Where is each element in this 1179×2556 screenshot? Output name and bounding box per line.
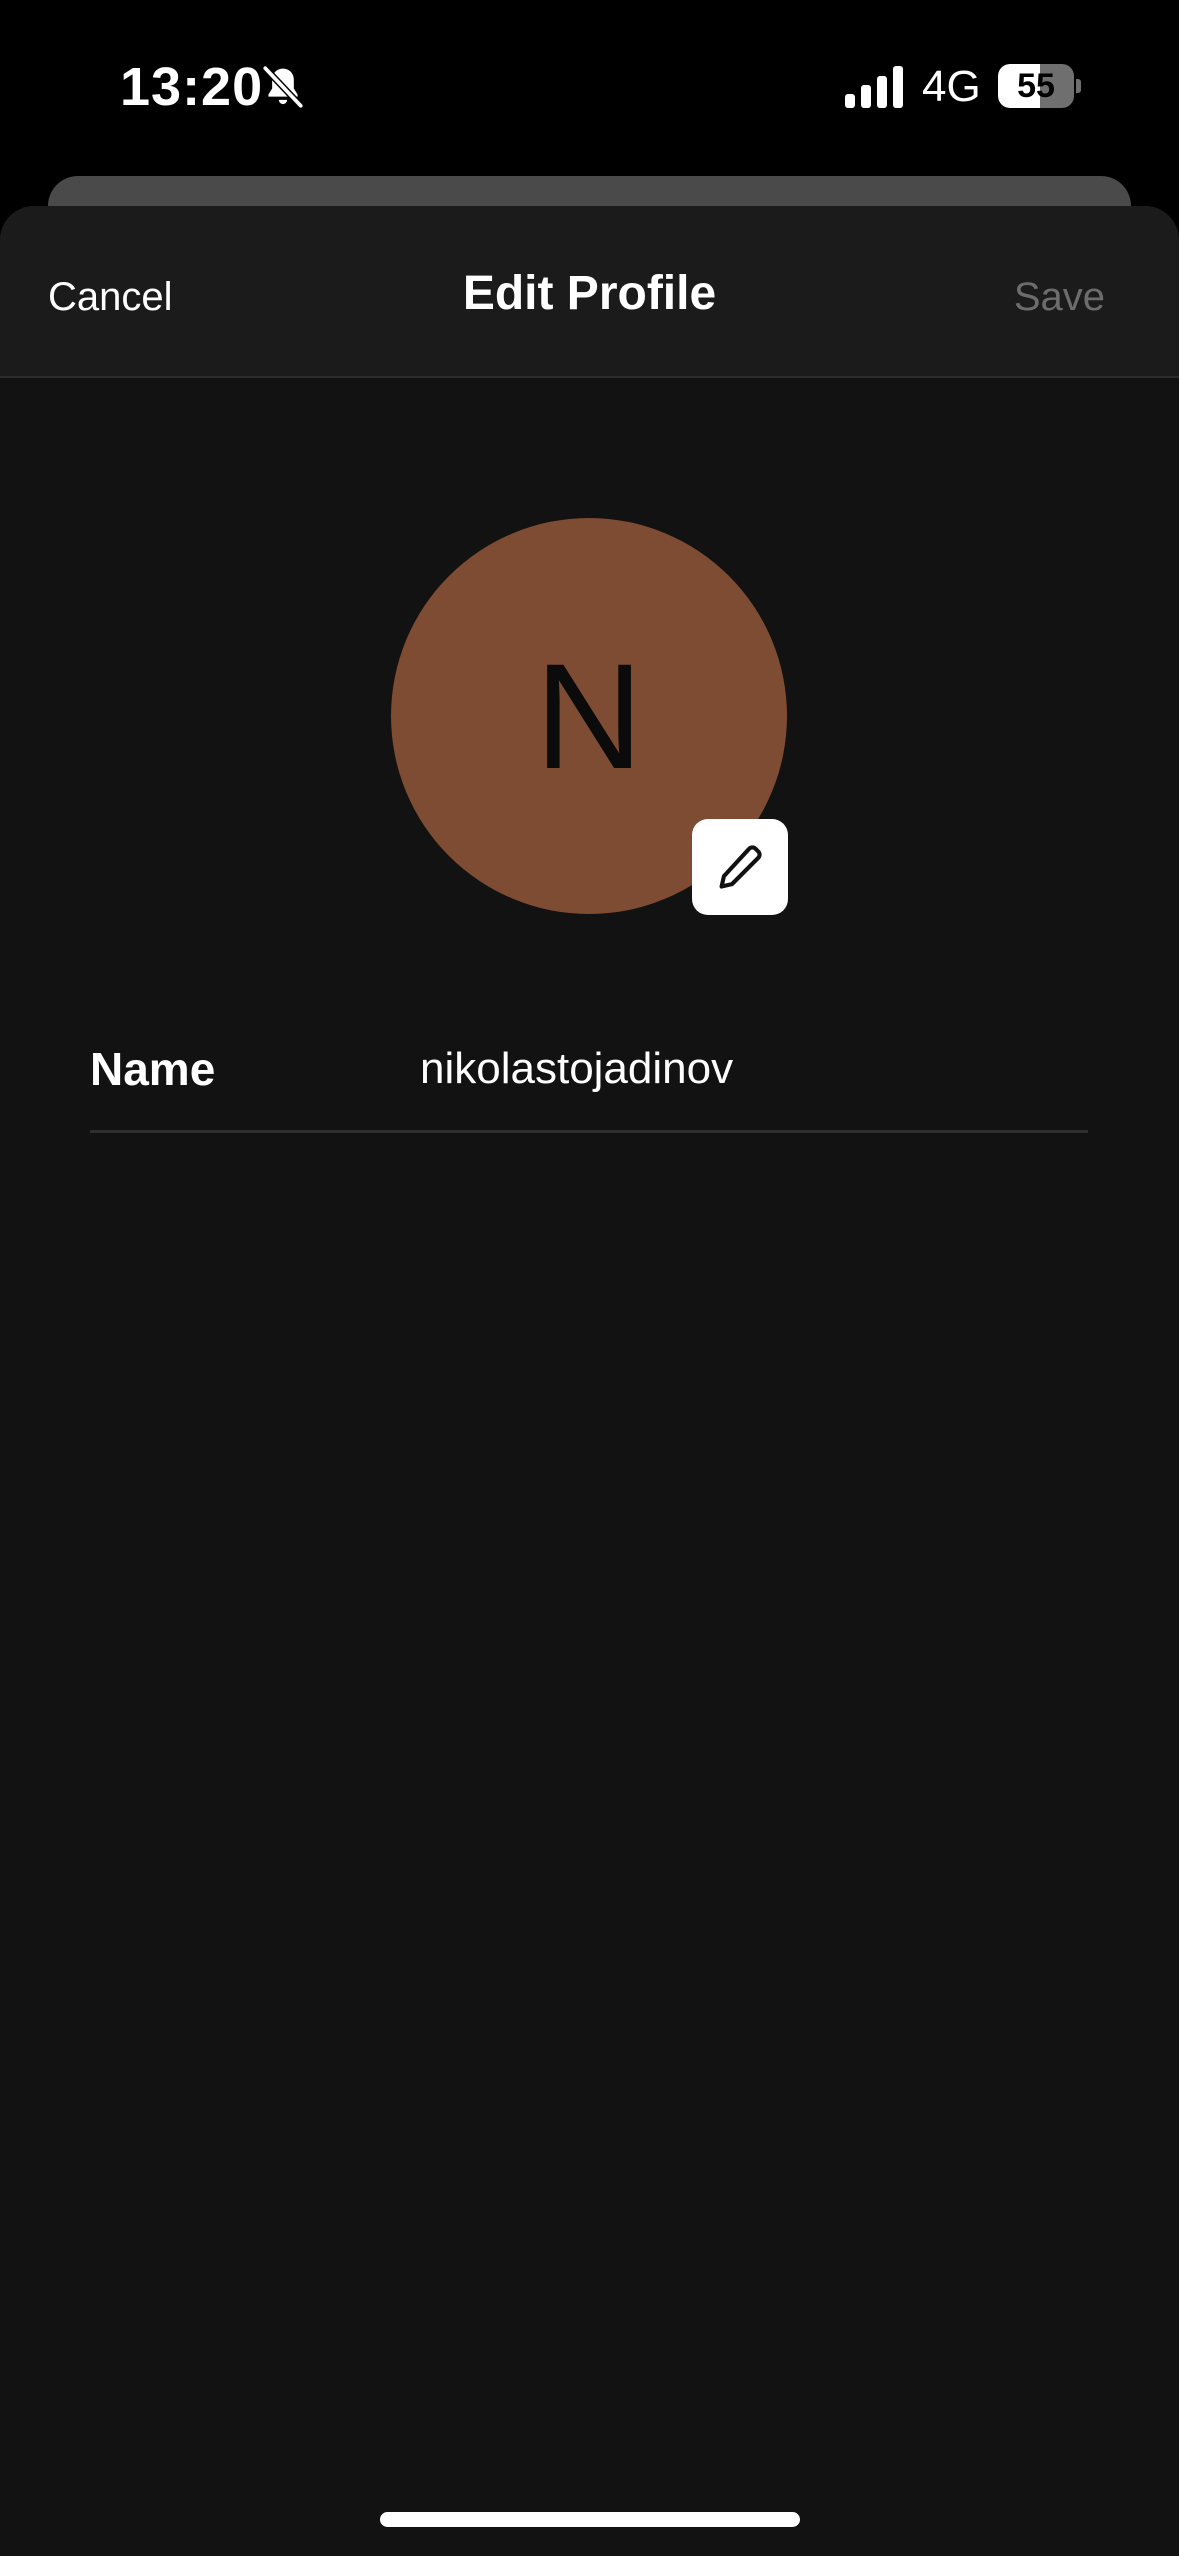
- name-field-row: Name: [90, 1014, 1088, 1133]
- edit-avatar-button[interactable]: [692, 819, 788, 915]
- save-button[interactable]: Save: [1014, 266, 1105, 328]
- battery-indicator: 55: [998, 64, 1081, 108]
- battery-cap: [1076, 79, 1081, 93]
- network-type: 4G: [922, 62, 981, 111]
- status-time: 13:20: [120, 57, 264, 117]
- edit-profile-sheet: Cancel Edit Profile Save N Name: [0, 206, 1179, 2556]
- home-indicator[interactable]: [380, 2512, 800, 2527]
- page-title: Edit Profile: [462, 267, 717, 320]
- name-label: Name: [90, 1043, 216, 1095]
- name-input[interactable]: [420, 1032, 1080, 1106]
- battery-body: 55: [998, 64, 1074, 108]
- pencil-icon: [719, 845, 762, 889]
- bell-slash-icon: [261, 64, 305, 110]
- battery-level: 55: [1017, 67, 1055, 105]
- cellular-signal-icon: [845, 66, 903, 108]
- status-bar: 13:20 4G 55: [0, 0, 1179, 170]
- sheet-header: Cancel Edit Profile Save: [0, 206, 1179, 378]
